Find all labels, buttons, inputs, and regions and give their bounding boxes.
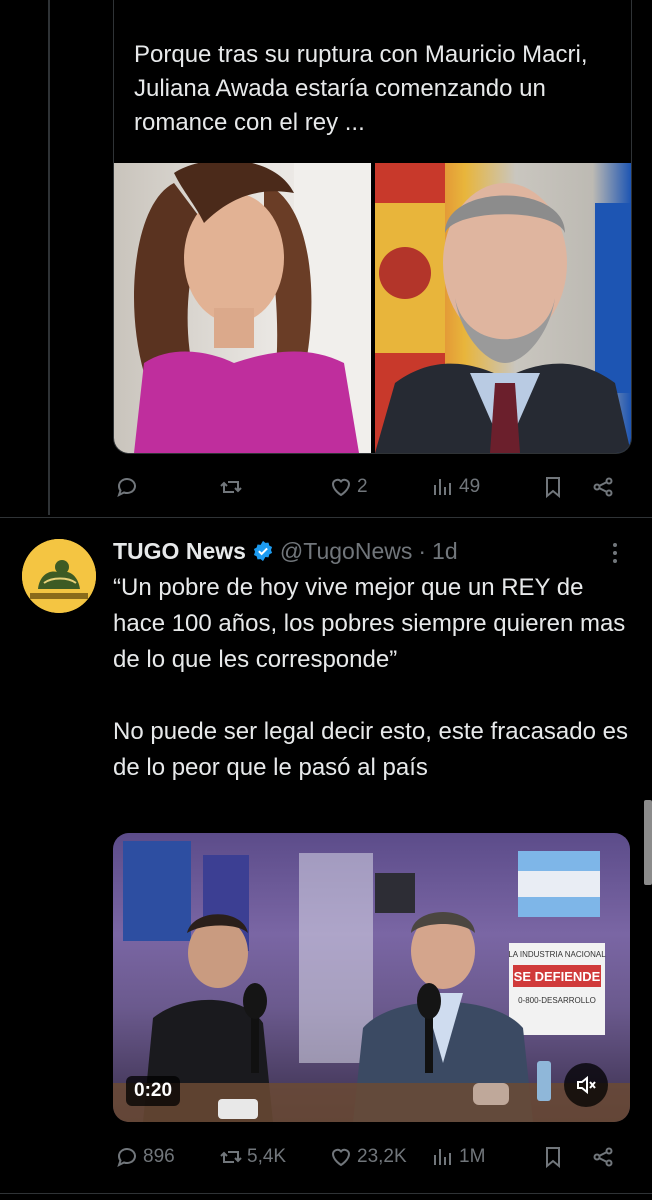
sign-line2: SE DEFIENDE — [514, 969, 601, 984]
video-player[interactable]: LA INDUSTRIA NACIONAL SE DEFIENDE 0-800-… — [113, 833, 630, 1122]
author-name[interactable]: TUGO News — [113, 538, 246, 565]
views-icon — [434, 1149, 451, 1165]
retweet-count: 5,4K — [247, 1146, 287, 1167]
reply-icon — [117, 478, 136, 497]
share-button[interactable] — [591, 1145, 615, 1169]
reply-button[interactable] — [115, 475, 143, 499]
share-icon — [593, 477, 613, 497]
tweet-actions: 896 5,4K 23,2K 1M — [113, 1142, 630, 1172]
quoted-tweet-media[interactable] — [114, 163, 631, 453]
views-count: 1M — [459, 1146, 486, 1167]
retweet-icon — [220, 1151, 242, 1163]
share-icon — [593, 1147, 613, 1167]
like-count: 23,2K — [357, 1146, 407, 1167]
sign-line3: 0-800-DESARROLLO — [518, 996, 596, 1005]
bookmark-button[interactable] — [541, 1145, 565, 1169]
retweet-button[interactable]: 5,4K — [219, 1145, 286, 1169]
heart-icon — [331, 1148, 351, 1167]
author-handle[interactable]: @TugoNews — [280, 538, 412, 565]
quoted-tweet-card[interactable]: Porque tras su ruptura con Mauricio Macr… — [113, 0, 632, 454]
share-button[interactable] — [591, 475, 615, 499]
thread-line — [48, 0, 50, 515]
more-options-icon[interactable] — [604, 538, 626, 568]
quoted-tweet-text: Porque tras su ruptura con Mauricio Macr… — [134, 41, 588, 136]
scrollbar[interactable] — [644, 800, 652, 885]
views-button[interactable]: 1M — [431, 1145, 485, 1169]
bookmark-icon — [546, 477, 560, 499]
tweet-time[interactable]: 1d — [432, 538, 458, 565]
reply-icon — [117, 1148, 136, 1167]
heart-icon — [331, 478, 351, 497]
verified-badge-icon — [253, 540, 272, 562]
video-duration: 0:20 — [126, 1076, 181, 1106]
avatar[interactable] — [22, 539, 96, 613]
separator-dot: · — [418, 537, 427, 564]
bottom-divider — [0, 1193, 652, 1194]
sign-line1: LA INDUSTRIA NACIONAL — [508, 950, 606, 959]
mute-button[interactable] — [564, 1063, 608, 1107]
like-button[interactable]: 2 — [329, 475, 368, 499]
reply-button[interactable]: 896 — [115, 1145, 175, 1169]
muted-speaker-icon — [577, 1075, 596, 1095]
retweet-icon — [220, 481, 242, 493]
bookmark-icon — [546, 1147, 560, 1169]
views-button[interactable]: 49 — [431, 475, 480, 499]
retweet-button[interactable] — [219, 475, 247, 499]
tweet-text: “Un pobre de hoy vive mejor que un REY d… — [113, 574, 628, 781]
like-count: 2 — [357, 476, 368, 497]
bookmark-button[interactable] — [541, 475, 565, 499]
photo-woman-pink-dress[interactable] — [114, 163, 371, 453]
tweet-header: TUGO News @TugoNews · 1d — [113, 534, 458, 568]
views-icon — [434, 479, 451, 495]
reply-count: 896 — [143, 1146, 175, 1167]
like-button[interactable]: 23,2K — [329, 1145, 407, 1169]
photo-man-suit-flag[interactable] — [374, 163, 631, 453]
views-count: 49 — [459, 476, 481, 497]
tweet-divider — [0, 517, 652, 518]
quoted-tweet-actions: 2 49 — [113, 472, 630, 502]
